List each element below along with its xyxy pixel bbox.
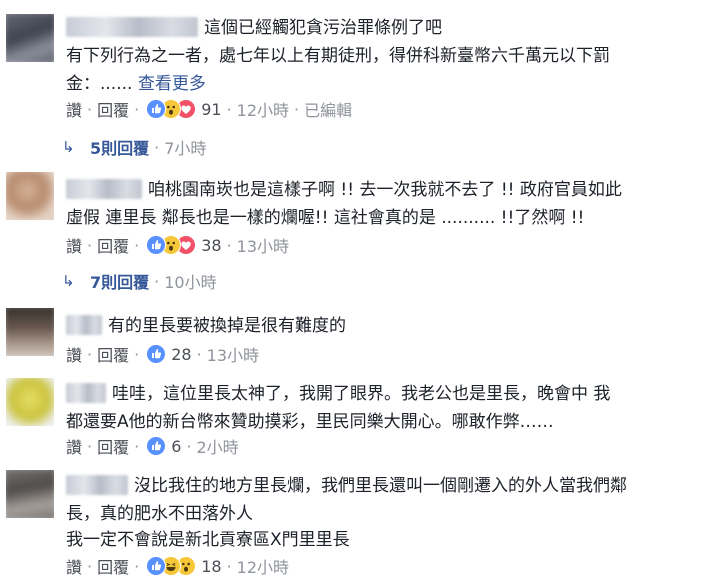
- reactions[interactable]: [146, 436, 167, 456]
- reply-button[interactable]: 回覆: [97, 434, 129, 458]
- reply-arrow-icon: ↳: [62, 138, 75, 156]
- like-button[interactable]: 讚: [66, 97, 82, 121]
- like-button[interactable]: 讚: [66, 554, 82, 578]
- like-icon: [146, 556, 167, 576]
- timestamp[interactable]: 13小時: [237, 233, 289, 257]
- replies-time: 10小時: [164, 273, 217, 292]
- reply-button[interactable]: 回覆: [97, 342, 129, 366]
- edited-label[interactable]: 已編輯: [304, 97, 352, 121]
- comment-text-line: 金：......: [66, 74, 138, 94]
- comment-text: 這個已經觸犯貪污治罪條例了吧: [204, 18, 442, 38]
- reaction-count: 18: [201, 556, 222, 576]
- timestamp[interactable]: 13小時: [207, 342, 259, 366]
- author-name[interactable]: [66, 383, 106, 403]
- replies-time: 7小時: [164, 139, 207, 158]
- comment-text-line: 虛假 連里長 鄰長也是一樣的爛喔!! 這社會真的是 .......... !!了…: [66, 208, 585, 228]
- see-more-link[interactable]: 查看更多: [138, 74, 206, 94]
- like-button[interactable]: 讚: [66, 342, 82, 366]
- author-name[interactable]: [66, 475, 128, 495]
- timestamp[interactable]: 12小時: [237, 97, 289, 121]
- replies-row[interactable]: ↳ 7則回覆 · 10小時: [62, 268, 217, 294]
- avatar[interactable]: [6, 172, 54, 220]
- comment-text-line: 我一定不會說是新北貢寮區X門里里長: [66, 530, 350, 550]
- reply-button[interactable]: 回覆: [97, 233, 129, 257]
- reaction-count: 91: [201, 99, 222, 119]
- reply-button[interactable]: 回覆: [97, 97, 129, 121]
- reactions[interactable]: [146, 344, 167, 364]
- reply-arrow-icon: ↳: [62, 272, 75, 290]
- avatar[interactable]: [6, 378, 54, 426]
- view-replies-link[interactable]: 5則回覆: [90, 135, 149, 159]
- reactions[interactable]: [146, 99, 197, 119]
- comment-text: 哇哇，這位里長太神了，我開了眼界。我老公也是里長，晚會中 我: [112, 384, 611, 404]
- author-name[interactable]: [66, 17, 198, 37]
- replies-row[interactable]: ↳ 5則回覆 · 7小時: [62, 134, 206, 160]
- reaction-count: 38: [201, 235, 222, 255]
- comment-text-line: 都還要A他的新台幣來贊助摸彩，里民同樂大開心。哪敢作弊……: [66, 412, 554, 432]
- comment-text: 咱桃園南崁也是這樣子啊 !! 去一次我就不去了 !! 政府官員如此: [148, 180, 622, 200]
- timestamp[interactable]: 2小時: [197, 434, 239, 458]
- like-button[interactable]: 讚: [66, 233, 82, 257]
- comment-text: 沒比我住的地方里長爛，我們里長還叫一個剛遷入的外人當我們鄰: [134, 476, 627, 496]
- avatar[interactable]: [6, 308, 54, 356]
- reactions[interactable]: [146, 556, 197, 576]
- timestamp[interactable]: 12小時: [237, 554, 289, 578]
- reaction-count: 6: [171, 436, 182, 456]
- reactions[interactable]: [146, 235, 197, 255]
- reply-button[interactable]: 回覆: [97, 554, 129, 578]
- like-icon: [146, 436, 167, 456]
- avatar[interactable]: [6, 14, 54, 62]
- author-name[interactable]: [66, 179, 142, 199]
- view-replies-link[interactable]: 7則回覆: [90, 269, 149, 293]
- comment-text-line: 長，真的肥水不田落外人: [66, 504, 253, 524]
- like-icon: [146, 235, 167, 255]
- like-button[interactable]: 讚: [66, 434, 82, 458]
- like-icon: [146, 99, 167, 119]
- author-name[interactable]: [66, 315, 102, 335]
- comment-text: 有的里長要被換掉是很有難度的: [108, 316, 346, 336]
- comment-text-line: 有下列行為之一者，處七年以上有期徒刑，得併科新臺幣六千萬元以下罰: [66, 46, 610, 66]
- avatar[interactable]: [6, 470, 54, 518]
- like-icon: [146, 344, 167, 364]
- reaction-count: 28: [171, 344, 192, 364]
